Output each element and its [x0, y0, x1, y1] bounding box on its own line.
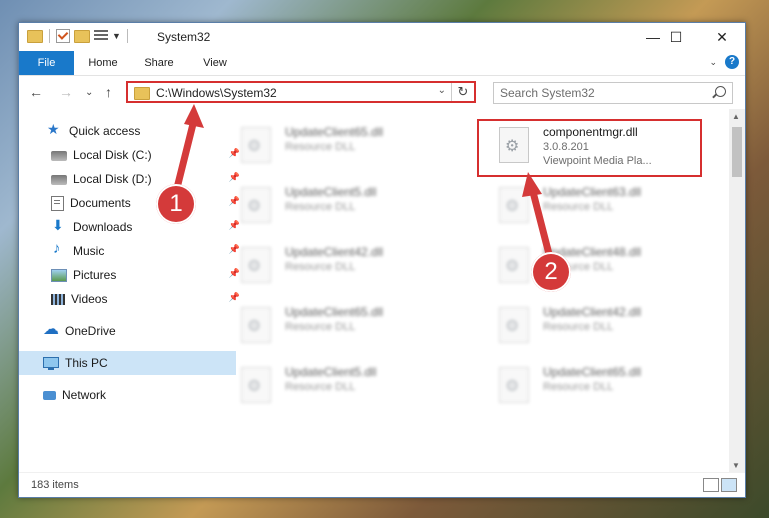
annotation-badge-1: 1 — [156, 184, 196, 224]
annotation-badge-2: 2 — [531, 252, 571, 292]
annotation-arrowhead-1 — [184, 104, 204, 128]
annotation-arrow-1 — [172, 116, 198, 196]
annotation-arrowhead-2 — [522, 172, 542, 197]
annotation-arrow-2 — [528, 184, 554, 262]
annotation-overlay — [172, 104, 554, 262]
